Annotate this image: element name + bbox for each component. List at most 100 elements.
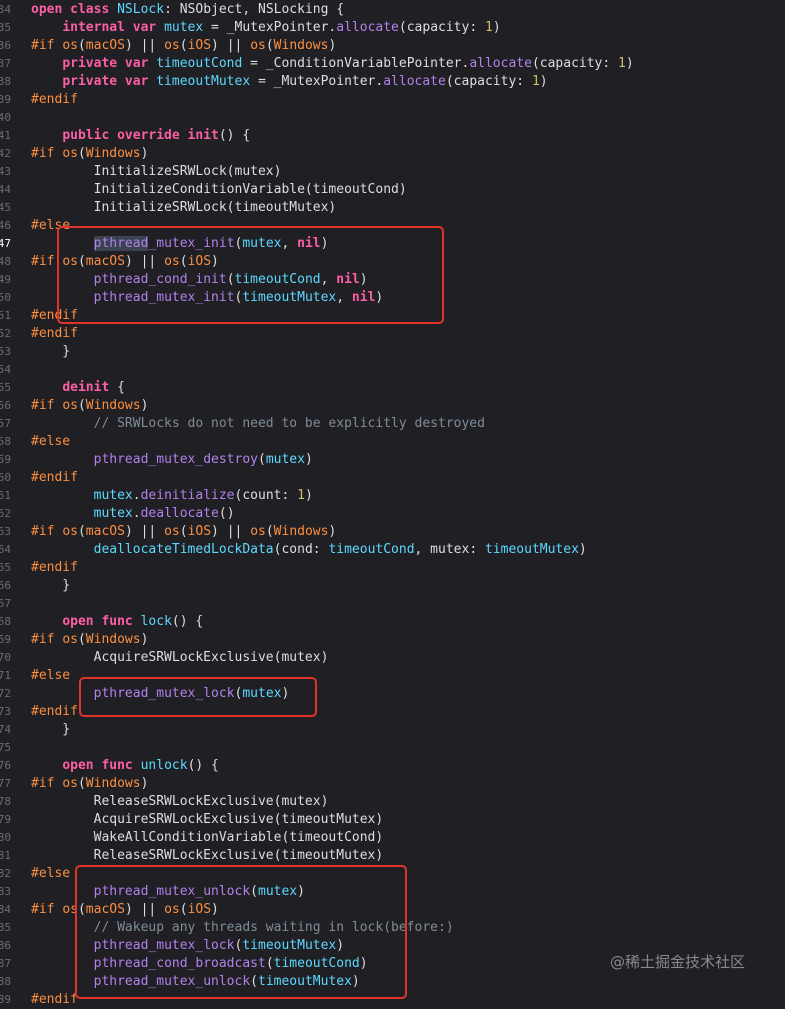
code-line[interactable]: deallocateTimedLockData(cond: timeoutCon… (31, 541, 587, 559)
code-token: pthread_mutex_lock (93, 938, 235, 953)
code-line[interactable]: #else (31, 217, 70, 235)
code-line[interactable]: open func unlock() { (31, 757, 219, 775)
code-token: open class (31, 2, 118, 17)
code-line[interactable]: internal var mutex = _MutexPointer.alloc… (31, 19, 500, 37)
code-line[interactable]: #else (31, 433, 70, 451)
code-line[interactable]: } (31, 721, 70, 739)
code-editor[interactable]: 34 open class NSLock: NSObject, NSLocking… (0, 0, 785, 1007)
line-number: 56 (0, 399, 11, 412)
code-line[interactable]: mutex.deallocate() (31, 505, 235, 523)
code-line[interactable]: #endif (31, 703, 78, 721)
code-line[interactable]: deinit { (31, 379, 125, 397)
code-token: #else (31, 668, 71, 683)
code-token: pthread_cond_init (93, 272, 227, 287)
code-line[interactable]: ReleaseSRWLockExclusive(mutex) (31, 793, 329, 811)
code-token: iOS (187, 38, 212, 53)
code-token: pthread_mutex_unlock (93, 884, 251, 899)
code-line[interactable]: pthread_mutex_unlock(timeoutMutex) (31, 973, 360, 991)
line-number: 45 (0, 201, 11, 214)
code-line[interactable]: private var timeoutMutex = _MutexPointer… (31, 73, 548, 91)
line-number: 35 (0, 21, 11, 34)
code-line[interactable]: #endif (31, 307, 78, 325)
code-token: ( (179, 902, 188, 917)
code-token: ( (77, 632, 86, 647)
code-line[interactable]: open func lock() { (31, 613, 203, 631)
code-line[interactable]: // SRWLocks do not need to be explicitly… (31, 415, 485, 433)
code-token: ) || (124, 254, 165, 269)
code-token: } (31, 344, 71, 359)
code-line[interactable]: AcquireSRWLockExclusive(timeoutMutex) (31, 811, 384, 829)
code-token: #if (31, 776, 63, 791)
code-line[interactable]: } (31, 577, 70, 595)
line-number: 80 (0, 831, 11, 844)
code-line[interactable]: #if os(macOS) || os(iOS) (31, 901, 219, 919)
code-line[interactable]: pthread_mutex_destroy(mutex) (31, 451, 313, 469)
line-number: 77 (0, 777, 11, 790)
code-line[interactable]: } (31, 343, 70, 361)
code-line[interactable]: #if os(macOS) || os(iOS) || os(Windows) (31, 523, 336, 541)
code-token: ) (328, 38, 337, 53)
code-line[interactable]: #else (31, 667, 70, 685)
line-number: 38 (0, 75, 11, 88)
code-line[interactable]: #else (31, 865, 70, 883)
code-token: 1 (484, 20, 493, 35)
code-line[interactable]: #if os(Windows) (31, 145, 148, 163)
code-token: macOS (85, 38, 125, 53)
code-line[interactable]: pthread_cond_broadcast(timeoutCond) (31, 955, 368, 973)
code-line[interactable]: #if os(Windows) (31, 397, 148, 415)
code-line[interactable]: InitializeSRWLock(mutex) (31, 163, 282, 181)
code-line[interactable]: InitializeSRWLock(timeoutMutex) (31, 199, 337, 217)
code-line[interactable]: #endif (31, 91, 78, 109)
code-line[interactable]: pthread_mutex_lock(mutex) (31, 685, 290, 703)
code-line[interactable]: #if os(macOS) || os(iOS) (31, 253, 219, 271)
code-line[interactable]: mutex.deinitialize(count: 1) (31, 487, 313, 505)
code-token: #endif (31, 992, 78, 1007)
code-token: #else (31, 218, 71, 233)
code-token: ( (77, 398, 86, 413)
code-line[interactable]: pthread_mutex_init(timeoutMutex, nil) (31, 289, 384, 307)
line-number: 58 (0, 435, 11, 448)
code-token: allocate (336, 20, 399, 35)
line-number: 73 (0, 705, 11, 718)
line-number: 79 (0, 813, 11, 826)
code-token: ) (539, 74, 548, 89)
code-line[interactable]: private var timeoutCond = _ConditionVari… (31, 55, 634, 73)
code-line[interactable]: pthread_mutex_init(mutex, nil) (31, 235, 328, 253)
code-line[interactable]: #endif (31, 991, 78, 1009)
code-line[interactable]: pthread_cond_init(timeoutCond, nil) (31, 271, 368, 289)
line-number: 50 (0, 291, 11, 304)
code-token: (count: (234, 488, 298, 503)
code-token: () { (171, 614, 204, 629)
code-token: os (62, 38, 78, 53)
line-number: 74 (0, 723, 11, 736)
line-number: 87 (0, 957, 11, 970)
code-token: WakeAllConditionVariable(timeoutCond) (31, 830, 384, 845)
code-line[interactable]: #endif (31, 469, 78, 487)
code-line[interactable]: #if os(macOS) || os(iOS) || os(Windows) (31, 37, 336, 55)
code-line[interactable]: #if os(Windows) (31, 631, 148, 649)
code-token: ) (625, 56, 634, 71)
code-token: ) (375, 290, 384, 305)
code-line[interactable]: WakeAllConditionVariable(timeoutCond) (31, 829, 384, 847)
code-line[interactable]: pthread_mutex_unlock(mutex) (31, 883, 305, 901)
code-line[interactable]: #endif (31, 325, 78, 343)
code-line[interactable]: #if os(Windows) (31, 775, 148, 793)
line-number: 59 (0, 453, 11, 466)
code-line[interactable]: #endif (31, 559, 78, 577)
code-token: ( (265, 38, 274, 53)
code-token: ( (179, 254, 188, 269)
code-line[interactable]: pthread_mutex_lock(timeoutMutex) (31, 937, 344, 955)
code-line[interactable]: InitializeConditionVariable(timeoutCond) (31, 181, 407, 199)
code-token: , (336, 290, 352, 305)
code-token: ) (336, 938, 345, 953)
code-line[interactable]: // Wakeup any threads waiting in lock(be… (31, 919, 454, 937)
line-number: 86 (0, 939, 11, 952)
code-line[interactable]: public override init() { (31, 127, 250, 145)
code-line[interactable]: AcquireSRWLockExclusive(mutex) (31, 649, 329, 667)
code-line[interactable]: ReleaseSRWLockExclusive(timeoutMutex) (31, 847, 384, 865)
code-line[interactable]: open class NSLock: NSObject, NSLocking { (31, 1, 344, 19)
